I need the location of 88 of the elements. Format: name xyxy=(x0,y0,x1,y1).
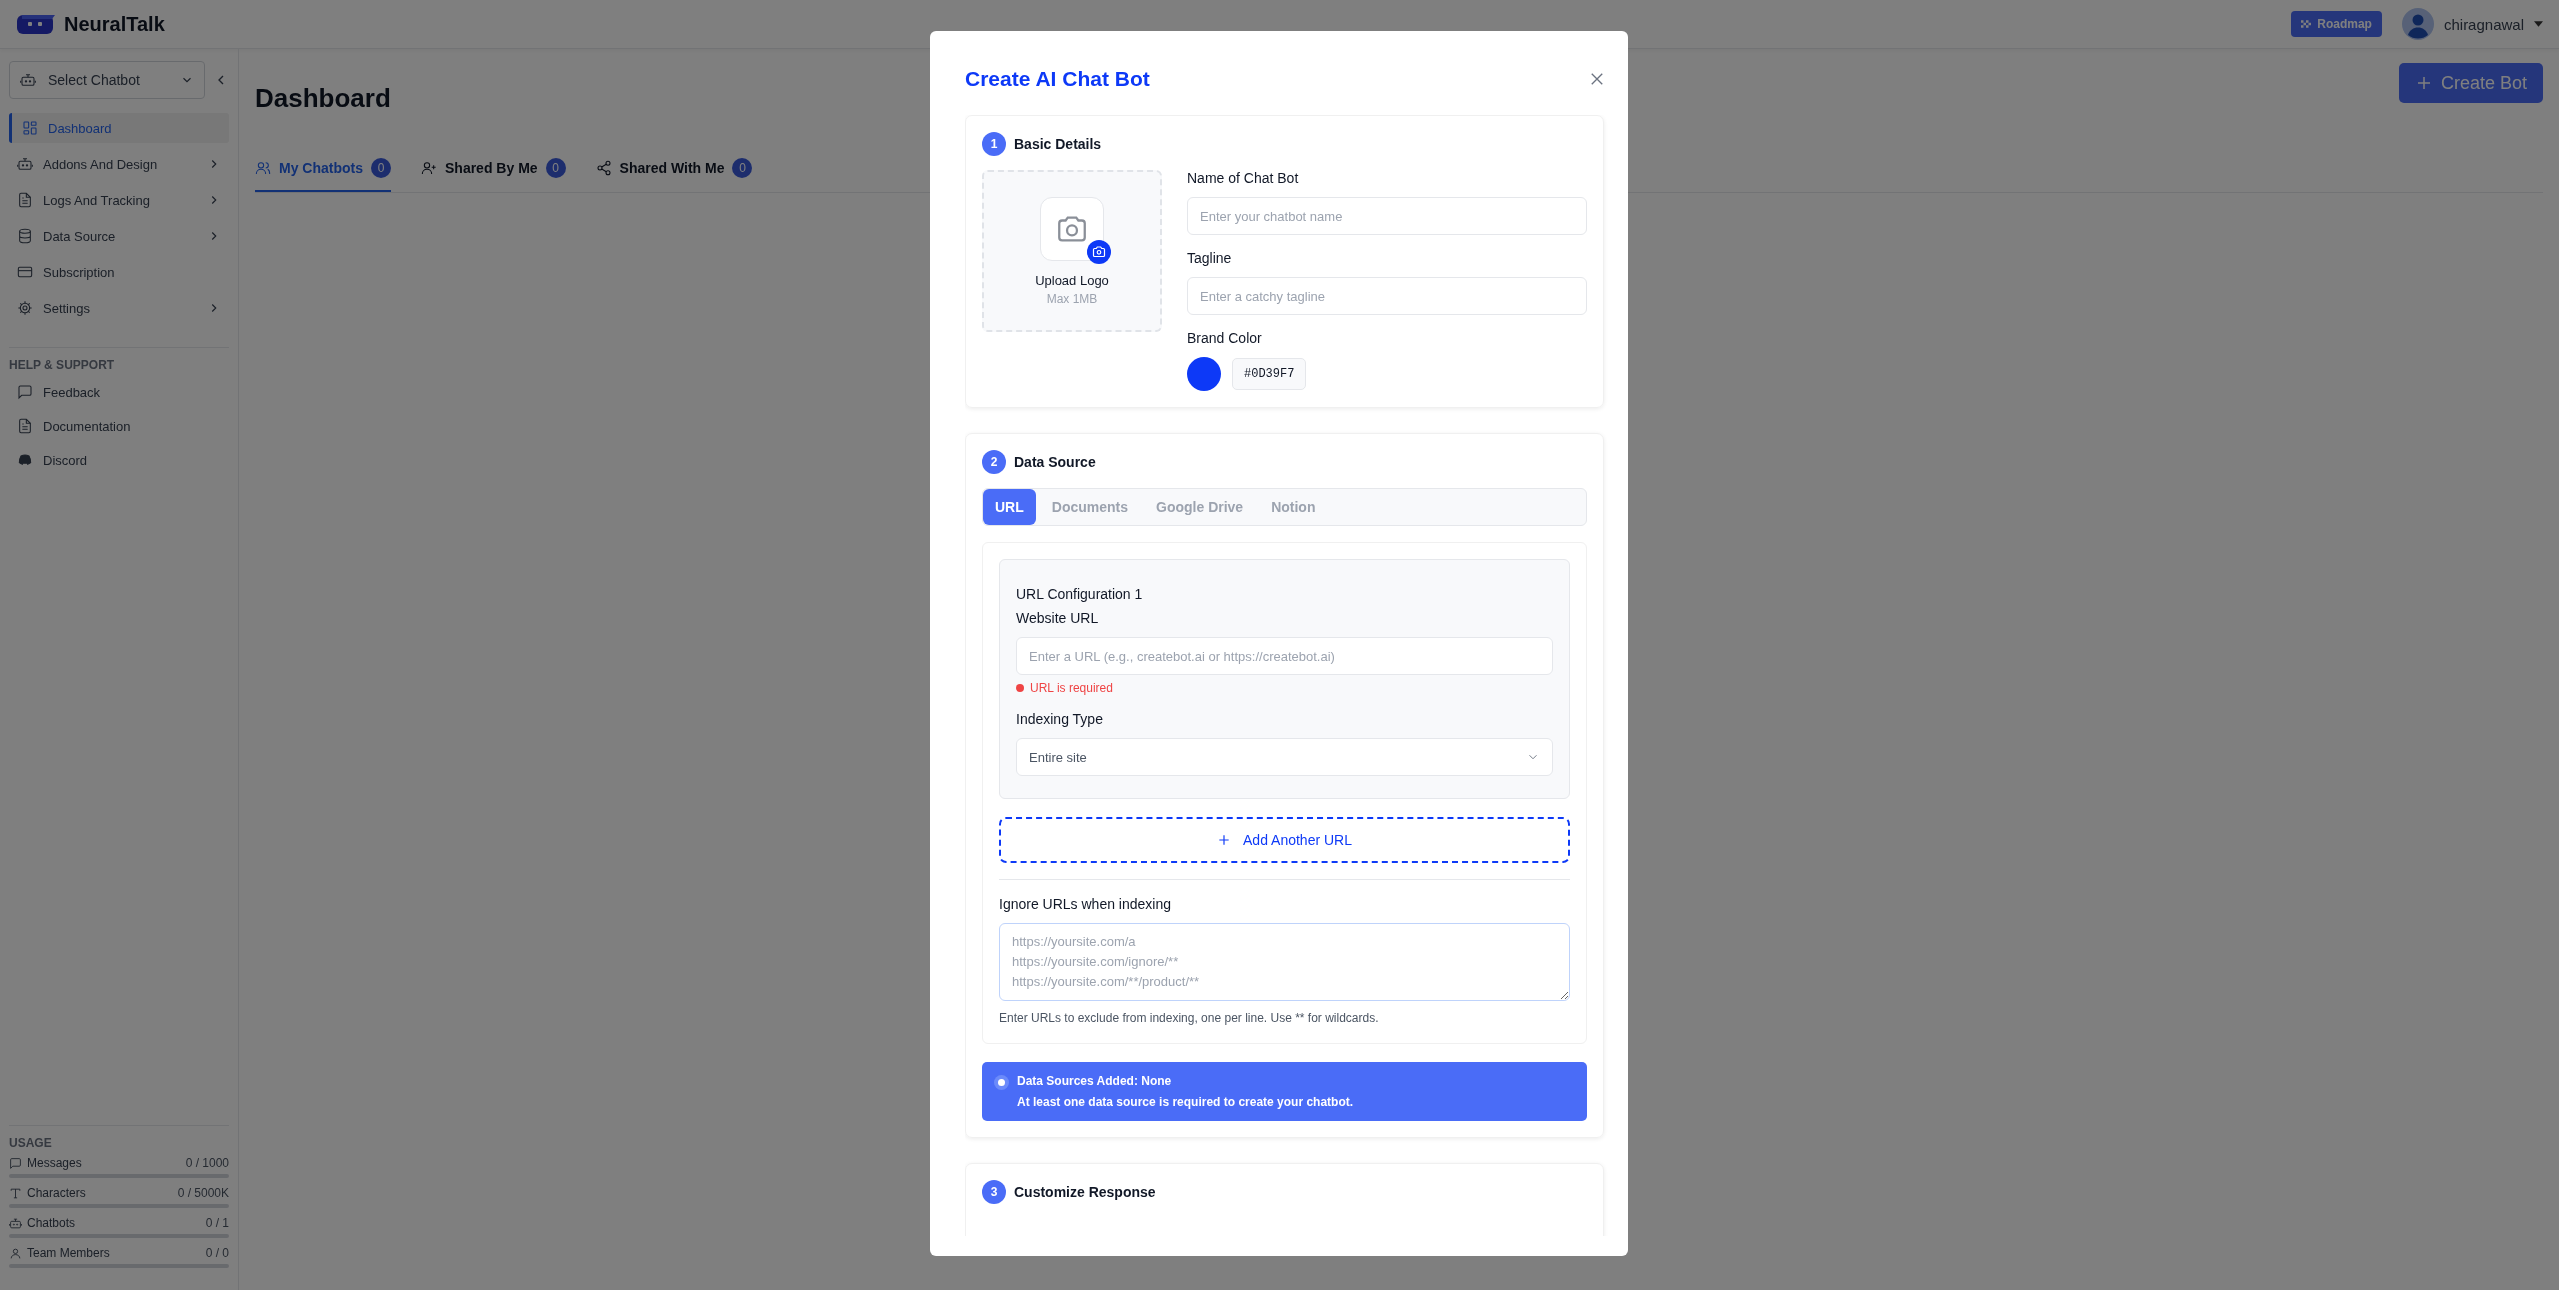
field-label: Indexing Type xyxy=(1016,711,1104,727)
plus-icon xyxy=(1217,833,1231,847)
brand-name: NeuralTalk xyxy=(64,12,165,36)
tab[interactable]: My Chatbots 0 xyxy=(255,152,391,192)
count-badge: 0 xyxy=(545,158,566,178)
checkered-flag-icon xyxy=(2301,20,2312,28)
color-hex-value[interactable]: #0D39F7 xyxy=(1232,358,1307,390)
create-bot-button[interactable]: Create Bot xyxy=(2398,63,2543,103)
usage-label: Messages xyxy=(27,1156,83,1170)
card-title: Customize Response xyxy=(1014,1184,1156,1200)
field-label: Tagline xyxy=(1187,250,1233,266)
msg-icon xyxy=(17,384,33,400)
chatbot-select[interactable]: Select Chatbot xyxy=(9,61,205,99)
usage-value: 0 / 1000 xyxy=(185,1156,229,1170)
username[interactable]: chiragnawal xyxy=(2443,15,2524,33)
section-heading: HELP & SUPPORT xyxy=(9,358,116,372)
logo-icon xyxy=(16,12,56,36)
nav-item[interactable]: Addons And Design xyxy=(9,149,229,179)
robot-icon xyxy=(20,72,36,88)
nav-item[interactable]: Data Source xyxy=(9,221,229,251)
helper-text: Enter URLs to exclude from indexing, one per line. Use ** for wildcards. xyxy=(999,1011,1380,1025)
help-link[interactable]: Documentation xyxy=(9,412,229,440)
ignore-urls-field[interactable]: https://yoursite.com/a https://yoursite.com/ignore/** https://yoursite.com/**/product/** xyxy=(999,923,1570,1001)
user-icon xyxy=(9,1246,22,1260)
usage-value: 0 / 5000K xyxy=(177,1186,229,1200)
nav-item[interactable]: Subscription xyxy=(9,257,229,287)
error-message: URL is required xyxy=(1030,681,1113,695)
gear-icon xyxy=(17,300,33,316)
indexing-type-select[interactable]: Entire site xyxy=(1016,738,1553,776)
roadmap-button[interactable]: Roadmap xyxy=(2291,11,2382,37)
camera-badge-icon xyxy=(1087,239,1111,264)
field-label: Name of Chat Bot xyxy=(1187,170,1300,186)
page-title: Dashboard xyxy=(255,83,391,114)
help-link[interactable]: Feedback xyxy=(9,378,229,406)
users-icon xyxy=(255,160,271,176)
count-badge: 0 xyxy=(732,158,753,178)
field-label: Ignore URLs when indexing xyxy=(999,896,1172,912)
step-number: 2 xyxy=(982,450,1006,474)
file-icon xyxy=(17,418,33,434)
add-url-button[interactable]: Add Another URL xyxy=(999,817,1570,863)
share-icon xyxy=(595,160,612,176)
config-title: URL Configuration 1 xyxy=(1016,586,1144,602)
type-icon xyxy=(9,1186,22,1200)
logo-upload-area[interactable]: Upload Logo Max 1MB xyxy=(982,170,1162,332)
usage-value: 0 / 1 xyxy=(205,1216,229,1230)
help-link[interactable]: Discord xyxy=(9,446,229,474)
caret-icon[interactable] xyxy=(2534,21,2543,27)
banner-title: Data Sources Added: None xyxy=(1017,1074,1173,1088)
usage-label: Chatbots xyxy=(27,1216,77,1230)
grid-icon xyxy=(22,120,38,136)
usage-value: 0 / 0 xyxy=(205,1246,229,1260)
usage-label: Characters xyxy=(27,1186,87,1200)
website-url-field[interactable]: Enter a URL (e.g., createbot.ai or https://createbot.ai) xyxy=(1016,637,1553,675)
tab[interactable]: Shared By Me 0 xyxy=(421,152,566,192)
msg-icon xyxy=(9,1156,22,1170)
status-dot-icon xyxy=(998,1079,1005,1086)
usage-label: Team Members xyxy=(27,1246,111,1260)
card-title: Data Source xyxy=(1014,454,1096,470)
section-heading: USAGE xyxy=(9,1136,53,1150)
source-tab[interactable]: Notion xyxy=(1259,489,1328,525)
color-swatch[interactable] xyxy=(1187,357,1221,391)
upload-label: Upload Logo xyxy=(1035,272,1109,288)
bot-icon xyxy=(17,156,33,172)
file-icon xyxy=(17,192,33,208)
card-title: Basic Details xyxy=(1014,136,1102,152)
bot-icon xyxy=(9,1216,22,1230)
count-badge: 0 xyxy=(371,158,391,178)
nav-item[interactable]: Dashboard xyxy=(9,113,229,143)
db-icon xyxy=(17,228,33,244)
error-dot-icon xyxy=(1016,684,1024,692)
userplus-icon xyxy=(421,160,437,176)
card-icon xyxy=(17,264,33,280)
chatbot-name-field[interactable]: Enter your chatbot name xyxy=(1187,197,1587,235)
upload-hint: Max 1MB xyxy=(1046,291,1098,306)
field-label: Website URL xyxy=(1016,610,1100,626)
banner-message: At least one data source is required to create your chatbot. xyxy=(1017,1095,1354,1109)
source-tab[interactable]: URL xyxy=(983,489,1036,525)
dialog-title: Create AI Chat Bot xyxy=(965,67,1150,91)
step-number: 1 xyxy=(982,132,1006,156)
nav-item[interactable]: Logs And Tracking xyxy=(9,185,229,215)
tagline-field[interactable]: Enter a catchy tagline xyxy=(1187,277,1587,315)
tab[interactable]: Shared With Me 0 xyxy=(595,152,753,192)
source-tab[interactable]: Google Drive xyxy=(1144,489,1256,525)
nav-item[interactable]: Settings xyxy=(9,293,229,323)
avatar-icon[interactable] xyxy=(2401,8,2434,40)
source-tab[interactable]: Documents xyxy=(1039,489,1140,525)
step-number: 3 xyxy=(982,1180,1006,1204)
field-label: Brand Color xyxy=(1187,330,1263,346)
